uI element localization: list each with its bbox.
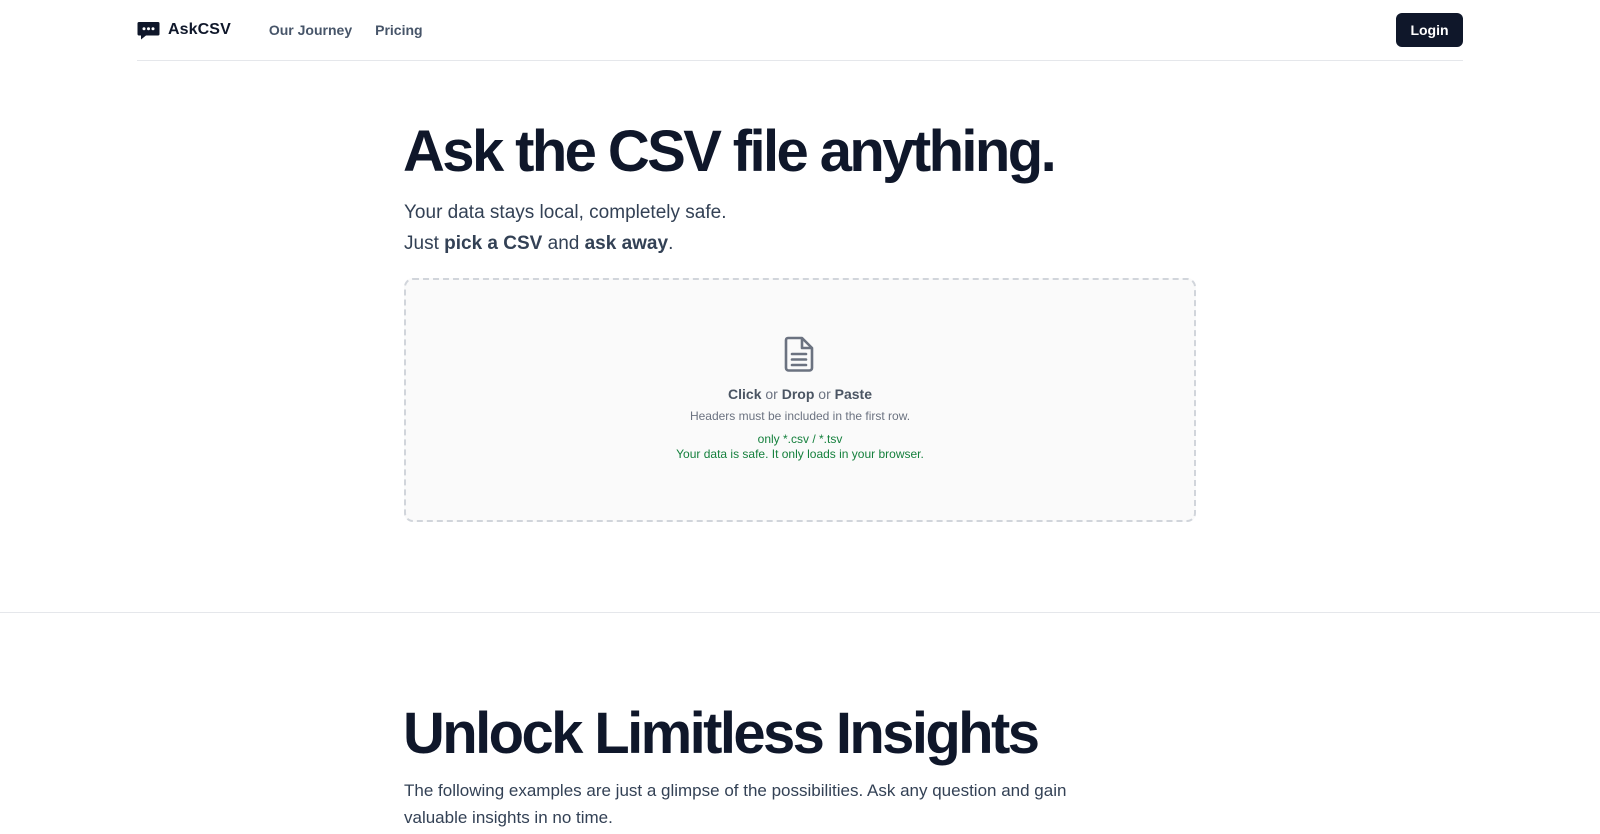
dropzone-safety-note: Your data is safe. It only loads in your… <box>676 447 924 461</box>
action-paste: Paste <box>834 386 872 402</box>
hero-subtitle-line2: Just pick a CSV and ask away. <box>404 228 726 259</box>
login-button[interactable]: Login <box>1396 13 1463 47</box>
hero-subtitle: Your data stays local, completely safe. … <box>404 197 726 259</box>
hero-subtitle-line1: Your data stays local, completely safe. <box>404 202 727 223</box>
brand-name: AskCSV <box>168 21 231 38</box>
or-separator: or <box>761 386 782 402</box>
insights-title: Unlock Limitless Insights <box>403 701 1040 766</box>
subtitle-end: . <box>668 233 674 254</box>
nav-link-pricing[interactable]: Pricing <box>375 22 422 38</box>
section-divider <box>0 612 1600 613</box>
main-nav: Our Journey Pricing <box>269 22 423 38</box>
brand-logo-link[interactable]: AskCSV <box>137 0 231 61</box>
or-separator: or <box>814 386 835 402</box>
nav-link-our-journey[interactable]: Our Journey <box>269 22 352 38</box>
insights-description: The following examples are just a glimps… <box>404 781 1067 827</box>
dropzone-hint: Headers must be included in the first ro… <box>689 409 911 423</box>
action-drop: Drop <box>781 386 815 402</box>
dropzone-formats: only *.csv / *.tsv <box>757 432 843 446</box>
hero-title: Ask the CSV file anything. <box>403 119 1057 184</box>
subtitle-emphasis-ask: ask away <box>584 233 669 254</box>
top-nav: AskCSV Our Journey Pricing Login <box>137 0 1463 61</box>
csv-dropzone[interactable]: Click or Drop or Paste Headers must be i… <box>404 278 1196 522</box>
action-click: Click <box>728 386 762 402</box>
dropzone-actions: Click or Drop or Paste <box>406 386 1194 402</box>
chat-bubble-icon <box>137 21 160 39</box>
subtitle-mid: and <box>542 233 585 254</box>
subtitle-emphasis-pick: pick a CSV <box>444 233 543 254</box>
subtitle-prefix: Just <box>404 233 445 254</box>
file-text-icon <box>784 336 814 372</box>
